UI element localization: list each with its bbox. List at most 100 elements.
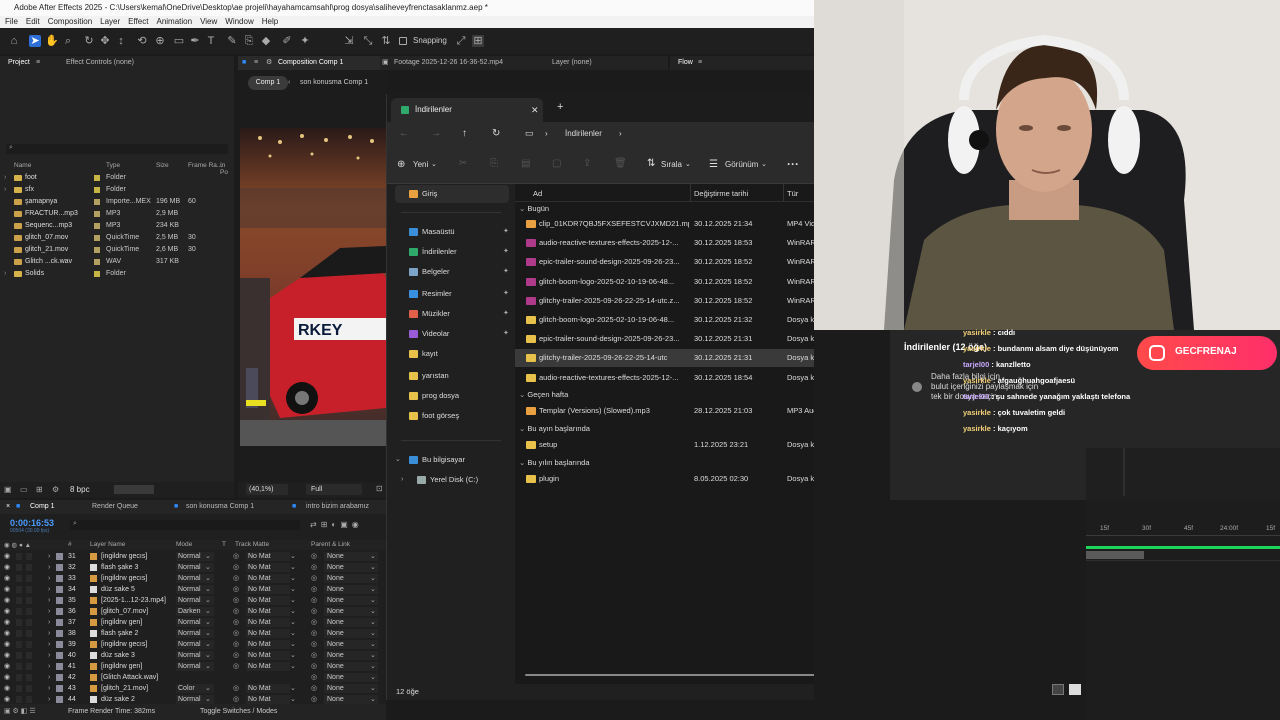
puppet-tool-icon[interactable]: ✦ [299, 35, 311, 47]
layer-name[interactable]: [ingildrw gecıs] [101, 639, 147, 650]
zoom-tool-icon[interactable]: ⌕ [62, 35, 74, 47]
label-color[interactable] [94, 259, 100, 265]
sidebar-item[interactable]: yarıstan [387, 367, 515, 385]
lock-switch[interactable] [26, 608, 32, 615]
file-row[interactable]: clip_01KDR7QBJ5FXSEFESTCVJXMD21.mp4 30.12… [515, 215, 814, 233]
pan-tool-icon[interactable]: ✥ [99, 35, 111, 47]
sidebar-item[interactable]: İndirilenler ✦ [387, 243, 515, 261]
timeline-search-input[interactable]: ⌕ [70, 520, 300, 530]
layer-row[interactable]: ◉ › 35 [2025-1...12-23.mp4] Normal ⌄ ◎ No Mat ⌄ ◎… [0, 595, 386, 606]
eye-icon[interactable]: ◉ [4, 639, 10, 650]
menu-icon[interactable]: ≡ [36, 56, 40, 70]
label-color[interactable] [56, 663, 63, 670]
footage-tab[interactable]: Footage 2025-12-26 16-36-52.mp4 [394, 56, 503, 70]
layer-row[interactable]: ◉ › 39 [ingildrw gecıs] Normal ⌄ ◎ No Mat ⌄ ◎ None… [0, 639, 386, 650]
group-header[interactable]: ⌄ Bugün [519, 204, 549, 213]
layer-row[interactable]: ◉ › 40 düz sake 3 Normal ⌄ ◎ No Mat ⌄ ◎ None ⌄ [0, 650, 386, 661]
new-tab-icon[interactable]: + [557, 101, 563, 113]
more-options-icon[interactable]: ··· [787, 157, 799, 171]
lock-switch[interactable] [26, 575, 32, 582]
close-icon[interactable]: × [6, 500, 10, 514]
solo-switch[interactable] [16, 652, 22, 659]
layer-row[interactable]: ◉ › 42 [Glitch Attack.wav] ◎ None ⌄ [0, 672, 386, 683]
project-item[interactable]: FRACTUR...mp3 MP3 2,9 MB [0, 208, 234, 220]
track-matte-dropdown[interactable]: No Mat [246, 629, 290, 638]
clone-tool-icon[interactable]: ⎘ [243, 35, 255, 47]
col-parent[interactable]: Parent & Link [311, 541, 350, 548]
menu-item-view[interactable]: View [200, 17, 217, 26]
layer-name[interactable]: [ingildrw gecıs] [101, 551, 147, 562]
home-icon[interactable]: ⌂ [8, 35, 20, 47]
share-icon[interactable]: ⇪ [583, 158, 591, 169]
menu-item-help[interactable]: Help [262, 17, 278, 26]
project-item[interactable]: › foot Folder [0, 172, 234, 184]
lock-icon[interactable]: ■ [242, 56, 246, 70]
chevron-right-icon[interactable]: › [4, 172, 6, 184]
lock-switch[interactable] [26, 685, 32, 692]
pickwhip-icon[interactable]: ◎ [311, 672, 317, 683]
close-icon[interactable]: ✕ [531, 98, 539, 122]
menu-item-file[interactable]: File [5, 17, 18, 26]
track-matte-dropdown[interactable]: No Mat [246, 651, 290, 660]
region-icon[interactable]: ⊡ [376, 484, 383, 493]
file-row[interactable]: audio-reactive-textures-effects-2025-12-… [515, 369, 814, 387]
layer-row[interactable]: ◉ › 37 [ingildrw gen] Normal ⌄ ◎ No Mat ⌄ ◎ None ⌄ [0, 617, 386, 628]
layer-tab[interactable]: Layer (none) [552, 56, 592, 70]
lock-switch[interactable] [26, 696, 32, 703]
new-comp-icon[interactable]: ⊞ [36, 485, 43, 494]
label-color[interactable] [56, 597, 63, 604]
pickwhip-icon[interactable]: ◎ [311, 551, 317, 562]
file-row[interactable]: glitchy-trailer-2025-09-26-22-25-14-utc 3… [515, 349, 814, 368]
file-row[interactable]: glitch-boom-logo-2025-02-10-19-06-48... 3… [515, 311, 814, 329]
solo-switch[interactable] [16, 630, 22, 637]
col-layer-name[interactable]: Layer Name [90, 541, 125, 548]
chevron-right-icon[interactable]: › [48, 606, 50, 617]
file-row[interactable]: plugin 8.05.2025 02:30 Dosya klasörü [515, 470, 814, 488]
file-row[interactable]: glitchy-trailer-2025-09-26-22-25-14-utc.… [515, 292, 814, 310]
solo-switch[interactable] [16, 685, 22, 692]
label-color[interactable] [56, 575, 63, 582]
lock-switch[interactable] [26, 564, 32, 571]
composition-tab[interactable]: Composition Comp 1 [278, 56, 343, 70]
track-matte-dropdown[interactable]: No Mat [246, 607, 290, 616]
hand-tool-icon[interactable]: ✋ [45, 35, 59, 47]
track-matte-dropdown[interactable]: No Mat [246, 552, 290, 561]
snap-icon[interactable]: ⤢ [455, 35, 467, 47]
solo-switch[interactable] [16, 586, 22, 593]
layer-name[interactable]: [glitch_07.mov] [101, 606, 148, 617]
track-matte-dropdown[interactable]: No Mat [246, 574, 290, 583]
layer-name[interactable]: flash şake 3 [101, 562, 138, 573]
quality-dropdown[interactable]: Full [306, 484, 362, 495]
sidebar-item[interactable]: Belgeler ✦ [387, 263, 515, 281]
pickwhip-icon[interactable]: ◎ [311, 562, 317, 573]
label-color[interactable] [94, 223, 100, 229]
roto-tool-icon[interactable]: ✐ [281, 35, 293, 47]
col-name[interactable]: Name [14, 162, 31, 169]
tab-son-konusma[interactable]: son konusma Comp 1 [186, 500, 254, 514]
solo-switch[interactable] [16, 575, 22, 582]
chevron-right-icon[interactable]: › [48, 683, 50, 694]
settings-icon[interactable]: ⚙ [52, 485, 59, 494]
chevron-right-icon[interactable]: › [4, 268, 6, 280]
pickwhip-icon[interactable]: ◎ [311, 606, 317, 617]
chevron-right-icon[interactable]: › [48, 551, 50, 562]
label-color[interactable] [94, 211, 100, 217]
menu-icon[interactable]: ≡ [698, 56, 702, 70]
sidebar-item[interactable]: ⌄ Bu bilgisayar [387, 451, 515, 469]
lock-switch[interactable] [26, 619, 32, 626]
pen-tool-icon[interactable]: ✒ [189, 35, 201, 47]
sort-button[interactable]: Sırala [661, 160, 682, 169]
track-matte-dropdown[interactable]: No Mat [246, 695, 290, 704]
track-matte-dropdown[interactable]: No Mat [246, 662, 290, 671]
sidebar-item[interactable]: foot görseş [387, 407, 515, 425]
snap-grid-icon[interactable]: ⊞ [472, 35, 484, 47]
anchor-tool-icon[interactable]: ⊕ [154, 35, 166, 47]
pickwhip-icon[interactable]: ◎ [311, 595, 317, 606]
menu-item-composition[interactable]: Composition [48, 17, 92, 26]
up-icon[interactable]: ↑ [462, 128, 467, 139]
layer-row[interactable]: ◉ › 41 [ingildrw gen] Normal ⌄ ◎ No Mat ⌄ ◎ None ⌄ [0, 661, 386, 672]
group-header[interactable]: ⌄ Bu ayın başlarında [519, 424, 590, 433]
breadcrumb-comp1[interactable]: Comp 1 [248, 76, 288, 90]
col-modified[interactable]: Değiştirme tarihi [694, 189, 748, 198]
project-item[interactable]: glitch_07.mov QuickTime 2,5 MB 30 [0, 232, 234, 244]
